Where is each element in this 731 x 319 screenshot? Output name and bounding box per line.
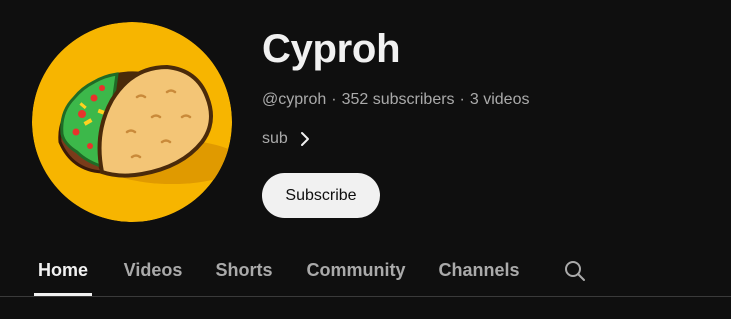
subscribe-button[interactable]: Subscribe xyxy=(262,173,380,218)
tab-community[interactable]: Community xyxy=(304,244,408,296)
channel-search-button[interactable] xyxy=(560,256,590,286)
meta-separator: · xyxy=(459,91,465,108)
channel-about-link[interactable]: sub xyxy=(262,128,310,150)
channel-handle: @cyproh xyxy=(262,91,327,108)
channel-tabs: Home Videos Shorts Community Channels xyxy=(0,244,731,296)
tab-label: Channels xyxy=(438,259,520,280)
tab-home[interactable]: Home xyxy=(34,244,92,296)
channel-description: sub xyxy=(262,130,288,147)
search-icon xyxy=(565,261,585,281)
video-count: 3 videos xyxy=(469,91,530,108)
tab-label: Videos xyxy=(123,259,183,280)
tab-label: Shorts xyxy=(215,259,273,280)
tab-label: Community xyxy=(306,259,406,280)
meta-separator: · xyxy=(331,91,337,108)
chevron-right-icon xyxy=(300,131,310,147)
tabs-divider xyxy=(0,296,731,297)
channel-avatar[interactable] xyxy=(32,22,232,222)
channel-page: Cyproh @cyproh · 352 subscribers · 3 videos … xyxy=(0,0,731,319)
tab-channels[interactable]: Channels xyxy=(437,244,521,296)
channel-meta: @cyproh · 352 subscribers · 3 videos xyxy=(262,90,529,110)
tab-label: Home xyxy=(37,259,88,280)
subscriber-count: 352 subscribers xyxy=(341,91,455,108)
taco-icon xyxy=(32,22,232,222)
tab-shorts[interactable]: Shorts xyxy=(214,244,274,296)
tab-videos[interactable]: Videos xyxy=(122,244,184,296)
channel-name: Cyproh xyxy=(262,27,401,71)
